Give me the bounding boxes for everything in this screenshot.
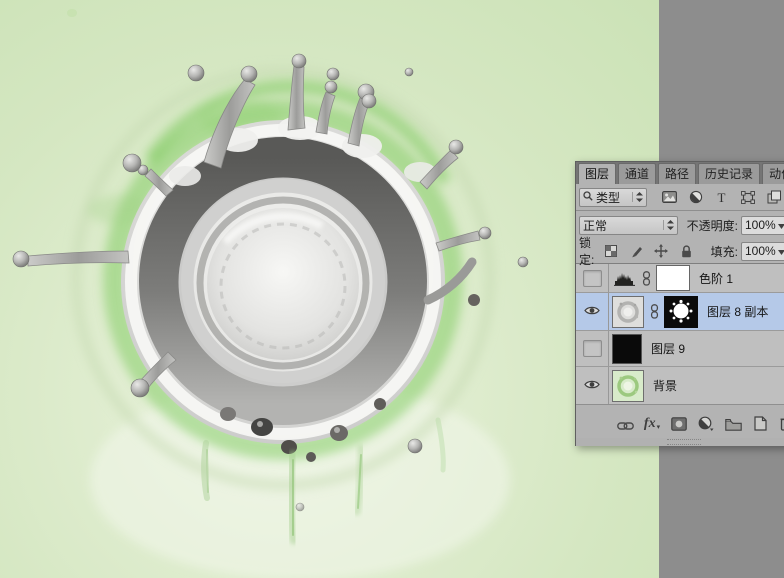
tab-channels[interactable]: 通道	[618, 163, 657, 184]
lock-row: 锁定: 填充: 100%	[576, 236, 784, 267]
chevron-down-icon	[778, 244, 784, 258]
chevron-down-icon: ▾	[656, 423, 661, 431]
layer-row-background[interactable]: 背景	[576, 367, 784, 404]
blend-mode-select[interactable]: 正常	[579, 215, 678, 235]
lock-label: 锁定:	[579, 236, 595, 267]
lock-icon-group	[603, 243, 695, 260]
filter-icon-group: T	[661, 189, 782, 206]
tab-actions[interactable]: 动作	[762, 163, 784, 184]
blend-mode-value: 正常	[583, 218, 608, 233]
panel-bottom-bar: fx ▾	[576, 404, 784, 438]
lock-pixels-brush-icon[interactable]	[628, 243, 645, 260]
mask-link-icon[interactable]	[650, 304, 659, 319]
layer-name: 背景	[653, 379, 678, 393]
fill-label: 填充:	[710, 244, 738, 259]
eye-icon	[584, 305, 600, 319]
splash-artwork	[12, 9, 529, 578]
visibility-empty-box	[582, 269, 602, 287]
layer-list: 色阶 1 图层 8 副本 图层 9 背景	[576, 264, 784, 404]
layer-mask-thumbnail[interactable]	[656, 265, 690, 291]
svg-text:T: T	[718, 191, 726, 204]
new-group-folder-icon[interactable]	[724, 413, 742, 431]
layer-style-fx-icon[interactable]: fx ▾	[643, 413, 661, 431]
layers-panel: 图层 通道 路径 历史记录 动作 类型	[575, 161, 784, 446]
combo-spinner-icon	[632, 192, 643, 202]
opacity-input[interactable]: 100%	[741, 215, 784, 235]
visibility-toggle[interactable]	[576, 367, 609, 404]
fill-value: 100%	[745, 244, 776, 258]
new-layer-icon[interactable]	[751, 413, 769, 431]
lock-position-move-icon[interactable]	[653, 243, 670, 260]
filter-type-label: 类型	[596, 190, 621, 205]
link-layers-icon[interactable]	[616, 413, 634, 431]
layer-name: 色阶 1	[699, 271, 734, 286]
canvas[interactable]	[0, 0, 659, 578]
layer-row-levels-1[interactable]: 色阶 1	[576, 264, 784, 293]
levels-histogram-icon	[614, 271, 636, 286]
filter-pixel-layer-icon[interactable]	[661, 189, 678, 206]
lock-all-padlock-icon[interactable]	[678, 243, 695, 260]
combo-spinner-icon	[662, 220, 674, 230]
layer-thumbnail[interactable]	[612, 295, 644, 328]
chevron-down-icon	[778, 218, 784, 232]
filter-adjustment-layer-icon[interactable]	[687, 189, 704, 206]
blend-mode-row: 正常 不透明度: 100%	[576, 211, 784, 239]
filter-shape-layer-icon[interactable]	[739, 189, 756, 206]
filter-type-combo[interactable]: 类型	[579, 187, 647, 207]
layer-thumbnail[interactable]	[612, 369, 644, 402]
photoshop-workspace: 图层 通道 路径 历史记录 动作 类型	[0, 0, 784, 578]
mask-link-icon[interactable]	[642, 270, 651, 286]
visibility-toggle[interactable]	[576, 293, 609, 330]
opacity-value: 100%	[745, 218, 776, 232]
filter-smart-object-icon[interactable]	[765, 189, 782, 206]
tab-paths[interactable]: 路径	[658, 163, 697, 184]
layer-row-layer-8-copy[interactable]: 图层 8 副本	[576, 293, 784, 331]
tab-layers[interactable]: 图层	[578, 163, 617, 184]
visibility-toggle[interactable]	[576, 331, 609, 366]
lock-transparency-icon[interactable]	[603, 243, 620, 260]
panel-tab-bar: 图层 通道 路径 历史记录 动作	[576, 162, 784, 184]
filter-type-layer-icon[interactable]: T	[713, 189, 730, 206]
layer-name: 图层 9	[651, 342, 686, 356]
opacity-label: 不透明度:	[686, 218, 738, 233]
layer-mask-thumbnail-selected[interactable]	[664, 295, 698, 328]
tab-history[interactable]: 历史记录	[698, 163, 761, 184]
layer-row-layer-9[interactable]: 图层 9	[576, 331, 784, 367]
layer-name: 图层 8 副本	[707, 305, 769, 319]
grip-dots	[667, 439, 701, 445]
eye-icon	[584, 379, 600, 393]
visibility-toggle[interactable]	[576, 264, 609, 292]
delete-layer-trash-icon[interactable]	[778, 413, 784, 431]
new-adjustment-layer-icon[interactable]	[697, 413, 715, 431]
visibility-empty-box	[582, 340, 602, 357]
panel-resize-grip[interactable]	[576, 438, 784, 446]
search-icon	[583, 190, 593, 204]
fill-input[interactable]: 100%	[741, 241, 784, 261]
add-layer-mask-icon[interactable]	[670, 413, 688, 431]
layer-filter-row: 类型 T	[576, 184, 784, 211]
layer-thumbnail[interactable]	[612, 333, 642, 364]
